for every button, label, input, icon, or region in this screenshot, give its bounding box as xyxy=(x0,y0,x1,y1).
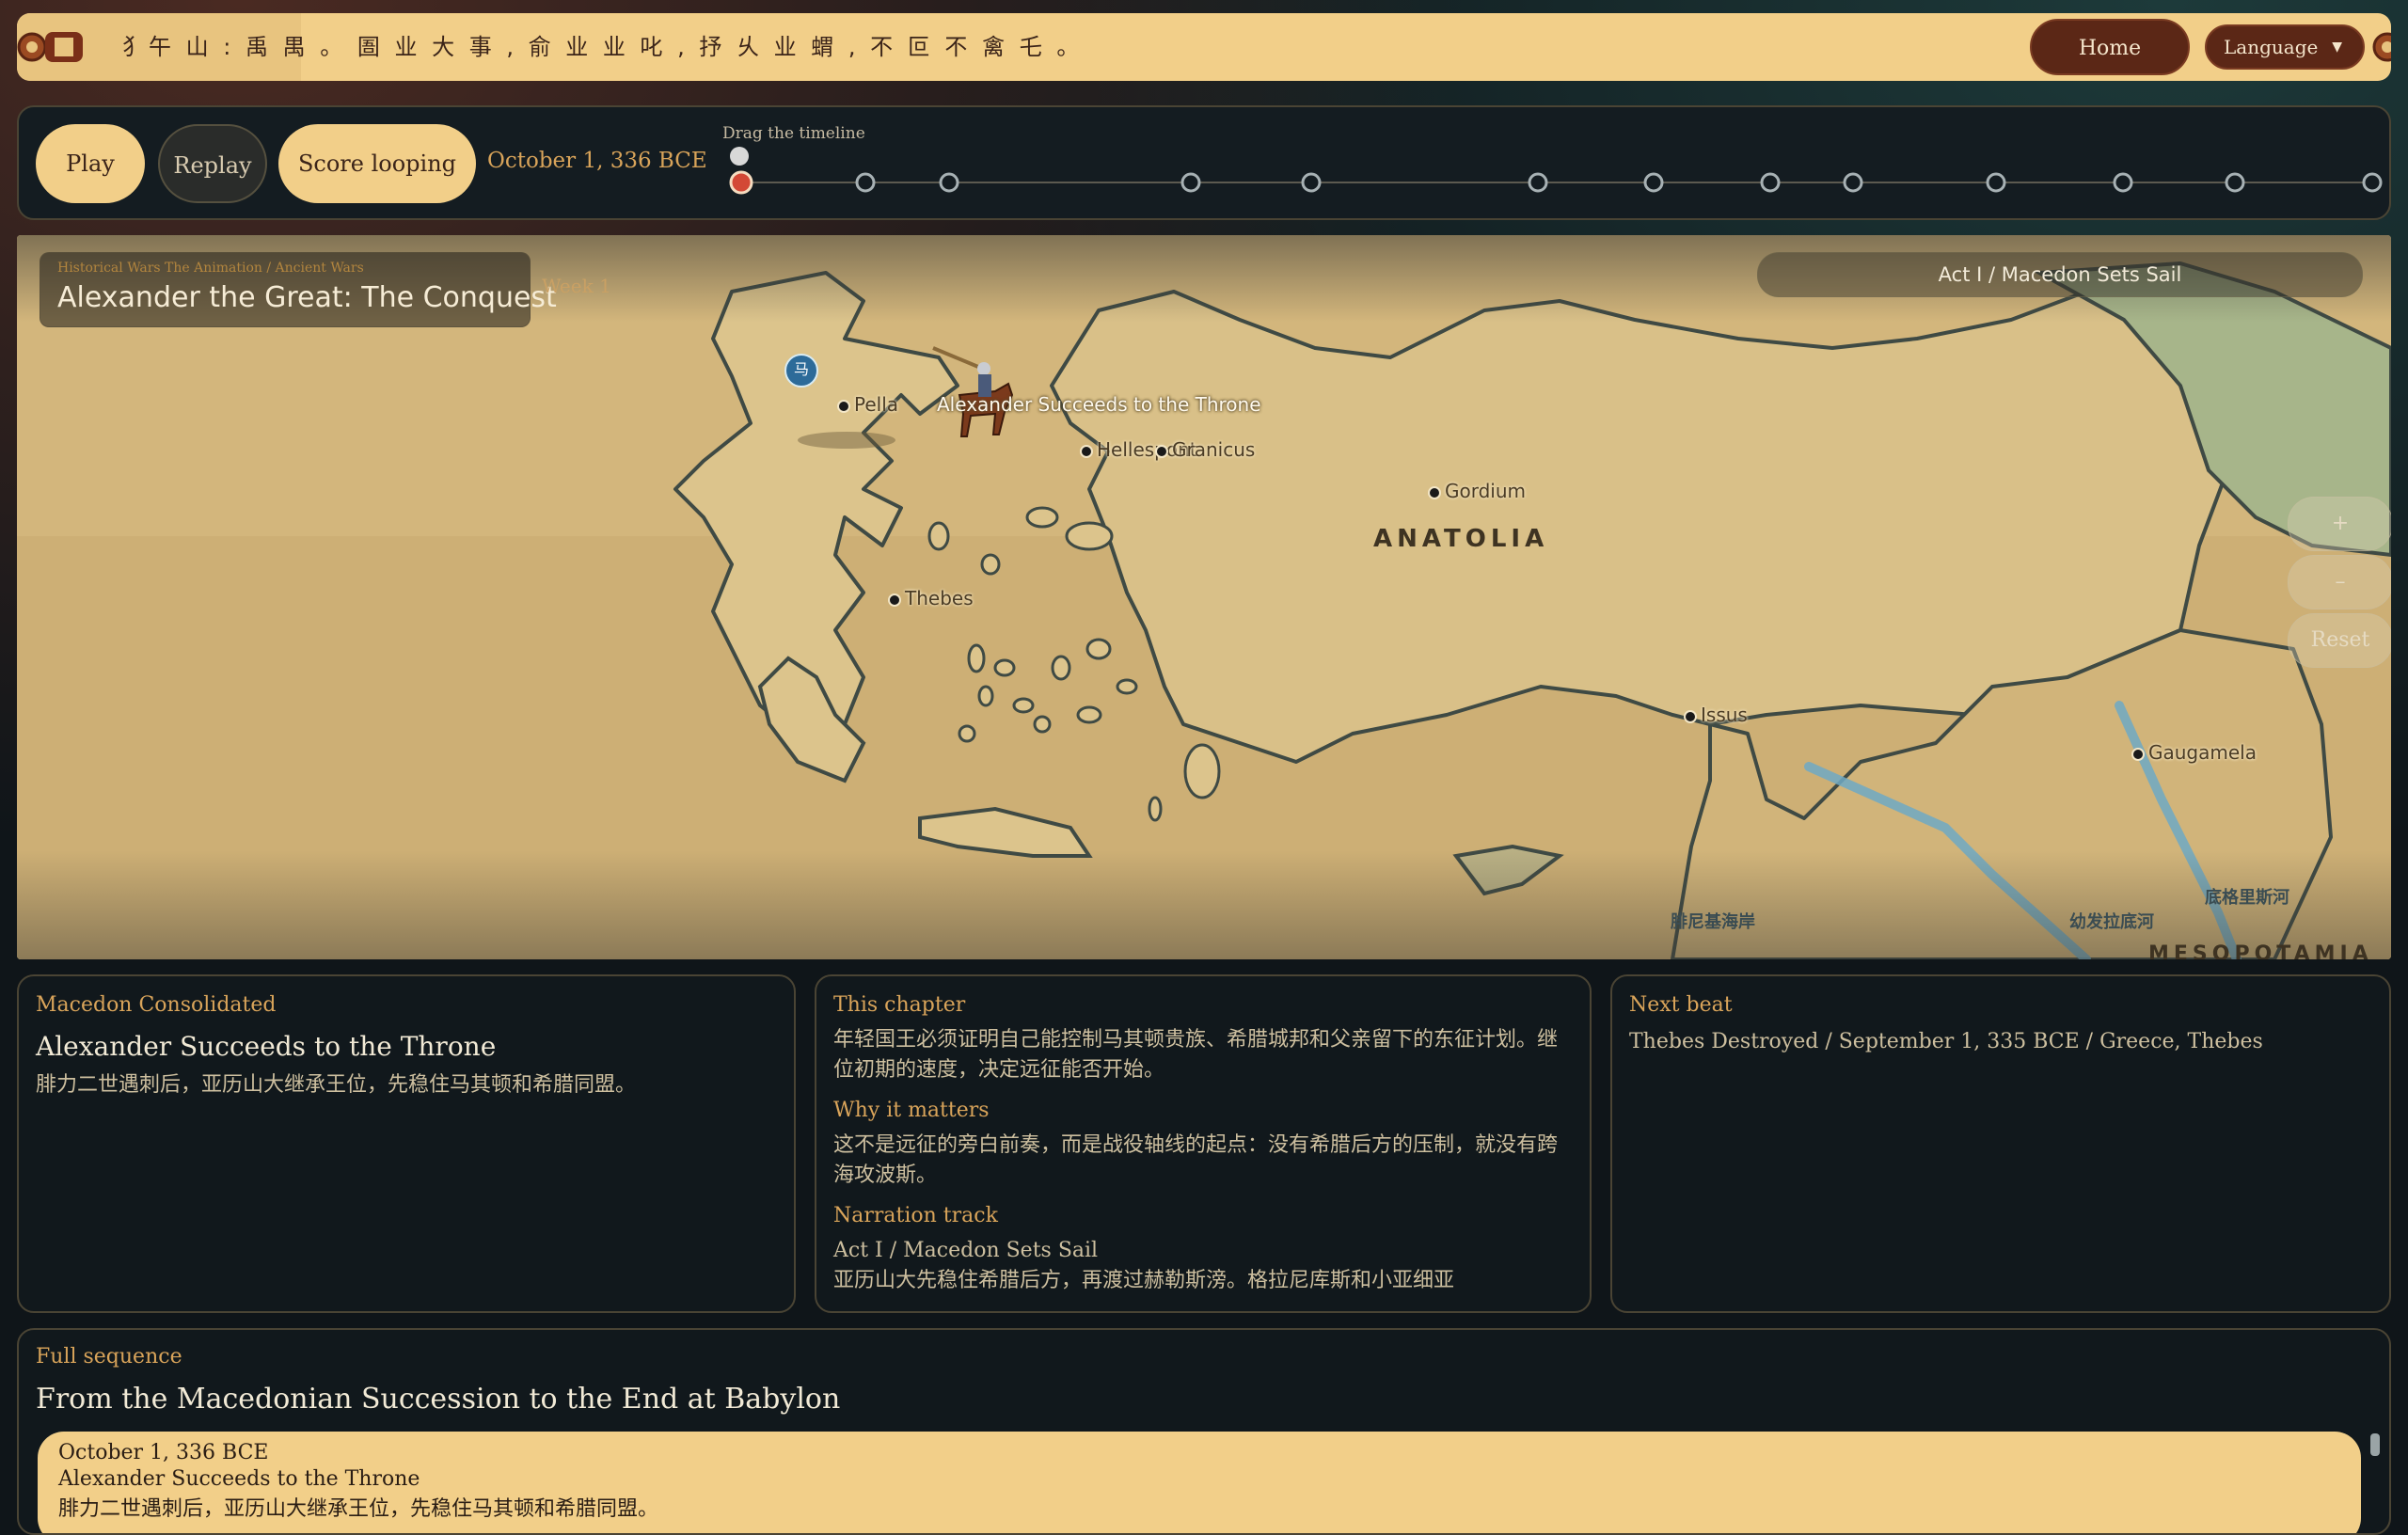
breadcrumb: Historical Wars The Animation / Ancient … xyxy=(57,261,364,276)
play-button[interactable]: Play xyxy=(36,124,145,203)
page-title: Alexander the Great: The Conquest xyxy=(57,281,557,314)
zoom-in-button[interactable]: + xyxy=(2288,497,2391,551)
chapter-text: 年轻国王必须证明自己能控制马其顿贵族、希腊城邦和父亲留下的东征计划。继位初期的速… xyxy=(833,1028,1559,1082)
timeline-stop[interactable] xyxy=(1986,172,2006,193)
next-beat-card[interactable]: Next beat Thebes Destroyed / September 1… xyxy=(1610,974,2391,1313)
sequence-kicker: Full sequence xyxy=(36,1345,182,1369)
next-beat-heading: Next beat xyxy=(1629,993,1733,1017)
city-gaugamela[interactable]: Gaugamela xyxy=(2131,741,2257,764)
timeline-stop[interactable] xyxy=(939,172,959,193)
chapter-card: This chapter 年轻国王必须证明自己能控制马其顿贵族、希腊城邦和父亲留… xyxy=(815,974,1592,1313)
city-marker-icon xyxy=(888,593,901,607)
timeline-stop[interactable] xyxy=(2362,172,2383,193)
city-granicus[interactable]: Granicus xyxy=(1155,438,1255,461)
event-label: Alexander Succeeds to the Throne xyxy=(937,393,1261,416)
campaign-title-card: Historical Wars The Animation / Ancient … xyxy=(40,252,557,327)
timeline-stop[interactable] xyxy=(855,172,876,193)
scroll-logo-icon xyxy=(17,32,83,62)
region-label-mesopotamia: MESOPOTAMIA xyxy=(2148,942,2373,959)
city-marker-icon xyxy=(1428,485,1441,499)
why-heading: Why it matters xyxy=(833,1099,990,1122)
city-pella[interactable]: Pella xyxy=(837,393,898,416)
region-label-anatolia: ANATOLIA xyxy=(1373,525,1549,553)
full-sequence-panel: Full sequence From the Macedonian Succes… xyxy=(17,1328,2391,1535)
zoom-out-button[interactable]: – xyxy=(2288,555,2391,609)
act-indicator: Act I / Macedon Sets Sail xyxy=(1757,252,2363,297)
city-label: Granicus xyxy=(1172,438,1256,461)
chapter-heading: This chapter xyxy=(833,993,966,1017)
why-text: 这不是远征的旁白前奏，而是战役轴线的起点：没有希腊后方的压制，就没有跨海攻波斯。 xyxy=(833,1133,1559,1187)
scroll-end-icon xyxy=(2372,32,2391,62)
timeline-stop-active[interactable] xyxy=(729,170,753,195)
city-marker-icon xyxy=(837,399,850,413)
timeline-stop[interactable] xyxy=(1643,172,1664,193)
next-beat-text: Thebes Destroyed / September 1, 335 BCE … xyxy=(1629,1030,2263,1053)
event-summary: 腓力二世遇刺后，亚历山大继承王位，先稳住马其顿和希腊同盟。 xyxy=(36,1073,637,1097)
city-thebes[interactable]: Thebes xyxy=(888,587,974,609)
top-banner: 犭午 山 : 禹 禺 。 圄 业 大 事 , 俞 业 业 叱 , 抒 乆 业 蝟… xyxy=(17,13,2391,81)
campaign-map[interactable]: Historical Wars The Animation / Ancient … xyxy=(17,235,2391,959)
narration-act: Act I / Macedon Sets Sail xyxy=(833,1239,1099,1262)
current-date: October 1, 336 BCE xyxy=(487,149,707,173)
city-gordium[interactable]: Gordium xyxy=(1428,480,1526,502)
timeline-handle[interactable] xyxy=(730,147,749,166)
home-button[interactable]: Home xyxy=(2030,19,2190,75)
city-marker-icon xyxy=(1684,709,1697,723)
city-marker-icon xyxy=(2131,747,2145,761)
city-marker-icon xyxy=(1080,444,1093,458)
timeline-stop[interactable] xyxy=(2113,172,2133,193)
timeline-stop[interactable] xyxy=(1528,172,1548,193)
sequence-scrollbar[interactable] xyxy=(2370,1433,2380,1456)
city-label: Gordium xyxy=(1445,480,1527,502)
language-select[interactable]: Language ▼ xyxy=(2205,24,2365,70)
city-label: Issus xyxy=(1701,704,1748,726)
city-label: Gaugamela xyxy=(2148,741,2257,764)
chevron-down-icon: ▼ xyxy=(2332,40,2342,55)
macedon-marker-icon[interactable]: 马 xyxy=(784,354,818,388)
city-marker-icon xyxy=(1155,444,1168,458)
narration-text: 亚历山大先稳住希腊后方，再渡过赫勒斯滂。格拉尼库斯和小亚细亚 xyxy=(833,1269,1455,1292)
timeline-stop[interactable] xyxy=(2225,172,2245,193)
sequence-item-body: 腓力二世遇刺后，亚历山大继承王位，先稳住马其顿和希腊同盟。 xyxy=(58,1497,659,1521)
playback-controls: Play Replay Score looping October 1, 336… xyxy=(17,105,2391,220)
label-tigris: 底格里斯河 xyxy=(2205,888,2289,908)
score-looping-button[interactable]: Score looping xyxy=(278,124,476,203)
sequence-item-title: Alexander Succeeds to the Throne xyxy=(58,1467,420,1491)
narration-heading: Narration track xyxy=(833,1204,998,1227)
map-geography xyxy=(17,235,2391,959)
label-phoenician-coast: 腓尼基海岸 xyxy=(1671,912,1755,932)
city-label: Thebes xyxy=(905,587,974,609)
week-label: Week 1 xyxy=(542,275,611,297)
timeline-stop[interactable] xyxy=(1843,172,1863,193)
sequence-item-active[interactable]: October 1, 336 BCE Alexander Succeeds to… xyxy=(38,1432,2361,1533)
reset-view-button[interactable]: Reset xyxy=(2288,613,2391,668)
timeline-stop[interactable] xyxy=(1301,172,1322,193)
timeline-slider[interactable] xyxy=(722,135,2385,211)
sequence-title: From the Macedonian Succession to the En… xyxy=(36,1383,841,1416)
city-label: Pella xyxy=(854,393,899,416)
current-event-card: Macedon Consolidated Alexander Succeeds … xyxy=(17,974,796,1313)
timeline-stop[interactable] xyxy=(1180,172,1201,193)
event-title: Alexander Succeeds to the Throne xyxy=(36,1031,497,1062)
city-issus[interactable]: Issus xyxy=(1684,704,1748,726)
event-kicker: Macedon Consolidated xyxy=(36,993,277,1017)
ancient-script-text: 犭午 山 : 禹 禺 。 圄 业 大 事 , 俞 业 业 叱 , 抒 乆 业 蝟… xyxy=(122,34,1084,60)
language-select-label: Language xyxy=(2224,36,2319,58)
sequence-item-date: October 1, 336 BCE xyxy=(58,1441,269,1464)
timeline-stop[interactable] xyxy=(1760,172,1781,193)
label-euphrates: 幼发拉底河 xyxy=(2069,912,2154,932)
replay-button[interactable]: Replay xyxy=(158,124,267,203)
